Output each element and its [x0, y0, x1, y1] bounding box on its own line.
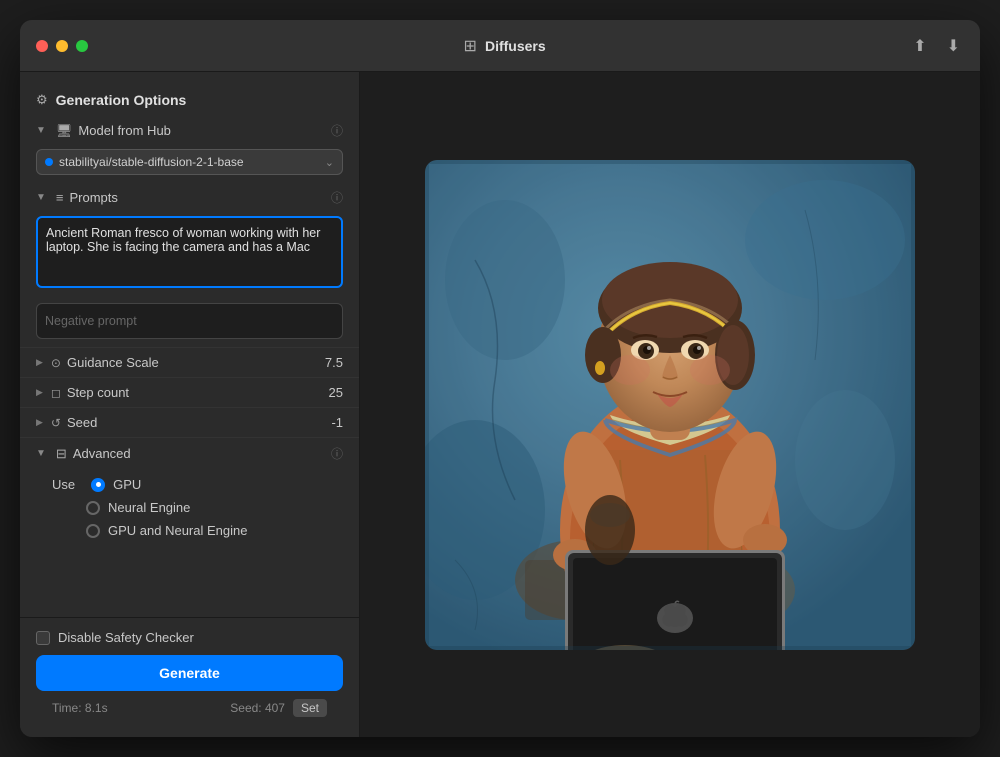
prompts-section-header[interactable]: ▼ ≡ Prompts ⓘ	[20, 183, 359, 212]
titlebar-actions: ⬆ ⬇	[909, 32, 964, 60]
step-count-label: Step count	[67, 385, 329, 400]
guidance-scale-label: Guidance Scale	[67, 355, 325, 370]
titlebar-center: ⊞ Diffusers	[100, 36, 909, 56]
safety-row: Disable Safety Checker	[36, 630, 343, 645]
close-button[interactable]	[36, 40, 48, 52]
guidance-scale-row[interactable]: ▶ ⊙ Guidance Scale 7.5	[20, 347, 359, 377]
compute-options: Use GPU Neural Engine GPU and Neural Eng…	[20, 469, 359, 550]
download-button[interactable]: ⬇	[943, 32, 964, 60]
gpu-neural-label: GPU and Neural Engine	[108, 523, 247, 538]
app-window: ⊞ Diffusers ⬆ ⬇ ⚙ Generation Options ▼ 🖥…	[20, 20, 980, 737]
seed-value: -1	[331, 415, 343, 430]
seed-chevron-icon: ▶	[36, 417, 43, 428]
prompts-section-title: Prompts	[70, 190, 325, 205]
neural-engine-row[interactable]: Neural Engine	[52, 496, 343, 519]
model-dot	[45, 158, 53, 166]
prompts-chevron-icon: ▼	[36, 192, 46, 203]
model-chevron-icon: ▼	[36, 125, 46, 136]
advanced-chevron-icon: ▼	[36, 448, 46, 459]
sidebar: ⚙ Generation Options ▼ 🖥 Model from Hub …	[20, 72, 360, 737]
step-icon: ◻	[51, 386, 61, 400]
advanced-header[interactable]: ▼ ⊟ Advanced ⓘ	[20, 438, 359, 469]
gpu-neural-row[interactable]: GPU and Neural Engine	[52, 519, 343, 542]
model-section-header[interactable]: ▼ 🖥 Model from Hub ⓘ	[20, 116, 359, 145]
sidebar-scroll: ⚙ Generation Options ▼ 🖥 Model from Hub …	[20, 72, 359, 617]
generated-image	[425, 160, 915, 650]
traffic-lights	[36, 40, 88, 52]
status-time: Time: 8.1s	[52, 701, 222, 715]
generation-options-header: ⚙ Generation Options	[20, 84, 359, 116]
model-dropdown-icon: ⌄	[325, 156, 334, 169]
model-info-icon[interactable]: ⓘ	[331, 122, 343, 139]
neural-engine-radio[interactable]	[86, 501, 100, 515]
safety-checkbox[interactable]	[36, 631, 50, 645]
share-button[interactable]: ⬆	[909, 32, 930, 60]
prompts-info-icon[interactable]: ⓘ	[331, 189, 343, 206]
use-label: Use	[52, 477, 75, 492]
seed-icon: ↺	[51, 416, 61, 430]
prompt-input[interactable]: Ancient Roman fresco of woman working wi…	[36, 216, 343, 288]
guidance-chevron-icon: ▶	[36, 357, 43, 368]
advanced-icon: ⊟	[56, 446, 67, 462]
safety-label: Disable Safety Checker	[58, 630, 194, 645]
model-name: stabilityai/stable-diffusion-2-1-base	[59, 155, 325, 169]
sidebar-footer: Disable Safety Checker Generate Time: 8.…	[20, 617, 359, 737]
app-icon: ⊞	[464, 36, 477, 56]
status-seed: Seed: 407	[230, 701, 285, 715]
step-count-value: 25	[329, 385, 343, 400]
maximize-button[interactable]	[76, 40, 88, 52]
titlebar: ⊞ Diffusers ⬆ ⬇	[20, 20, 980, 72]
advanced-info-icon[interactable]: ⓘ	[331, 445, 343, 462]
model-section-title: Model from Hub	[78, 123, 325, 138]
app-title: Diffusers	[485, 38, 546, 54]
set-seed-button[interactable]: Set	[293, 699, 327, 717]
model-icon: 🖥	[56, 123, 73, 139]
seed-row[interactable]: ▶ ↺ Seed -1	[20, 407, 359, 437]
image-area	[360, 72, 980, 737]
guidance-icon: ⊙	[51, 356, 61, 370]
gpu-label: GPU	[113, 477, 141, 492]
main-content: ⚙ Generation Options ▼ 🖥 Model from Hub …	[20, 72, 980, 737]
generation-options-icon: ⚙	[36, 92, 48, 108]
status-bar: Time: 8.1s Seed: 407 Set	[36, 691, 343, 725]
negative-prompt-input[interactable]	[36, 303, 343, 339]
step-chevron-icon: ▶	[36, 387, 43, 398]
step-count-row[interactable]: ▶ ◻ Step count 25	[20, 377, 359, 407]
generation-options-title: Generation Options	[56, 92, 343, 108]
advanced-title: Advanced	[73, 446, 325, 461]
neural-engine-label: Neural Engine	[108, 500, 190, 515]
model-selector[interactable]: stabilityai/stable-diffusion-2-1-base ⌄	[36, 149, 343, 175]
seed-label: Seed	[67, 415, 331, 430]
guidance-scale-value: 7.5	[325, 355, 343, 370]
minimize-button[interactable]	[56, 40, 68, 52]
gpu-option-row[interactable]: Use GPU	[52, 473, 343, 496]
advanced-section: ▼ ⊟ Advanced ⓘ Use GPU Neural	[20, 437, 359, 550]
generate-button[interactable]: Generate	[36, 655, 343, 691]
prompts-icon: ≡	[56, 190, 64, 205]
fresco-svg	[425, 160, 915, 650]
gpu-neural-radio[interactable]	[86, 524, 100, 538]
gpu-radio[interactable]	[91, 478, 105, 492]
